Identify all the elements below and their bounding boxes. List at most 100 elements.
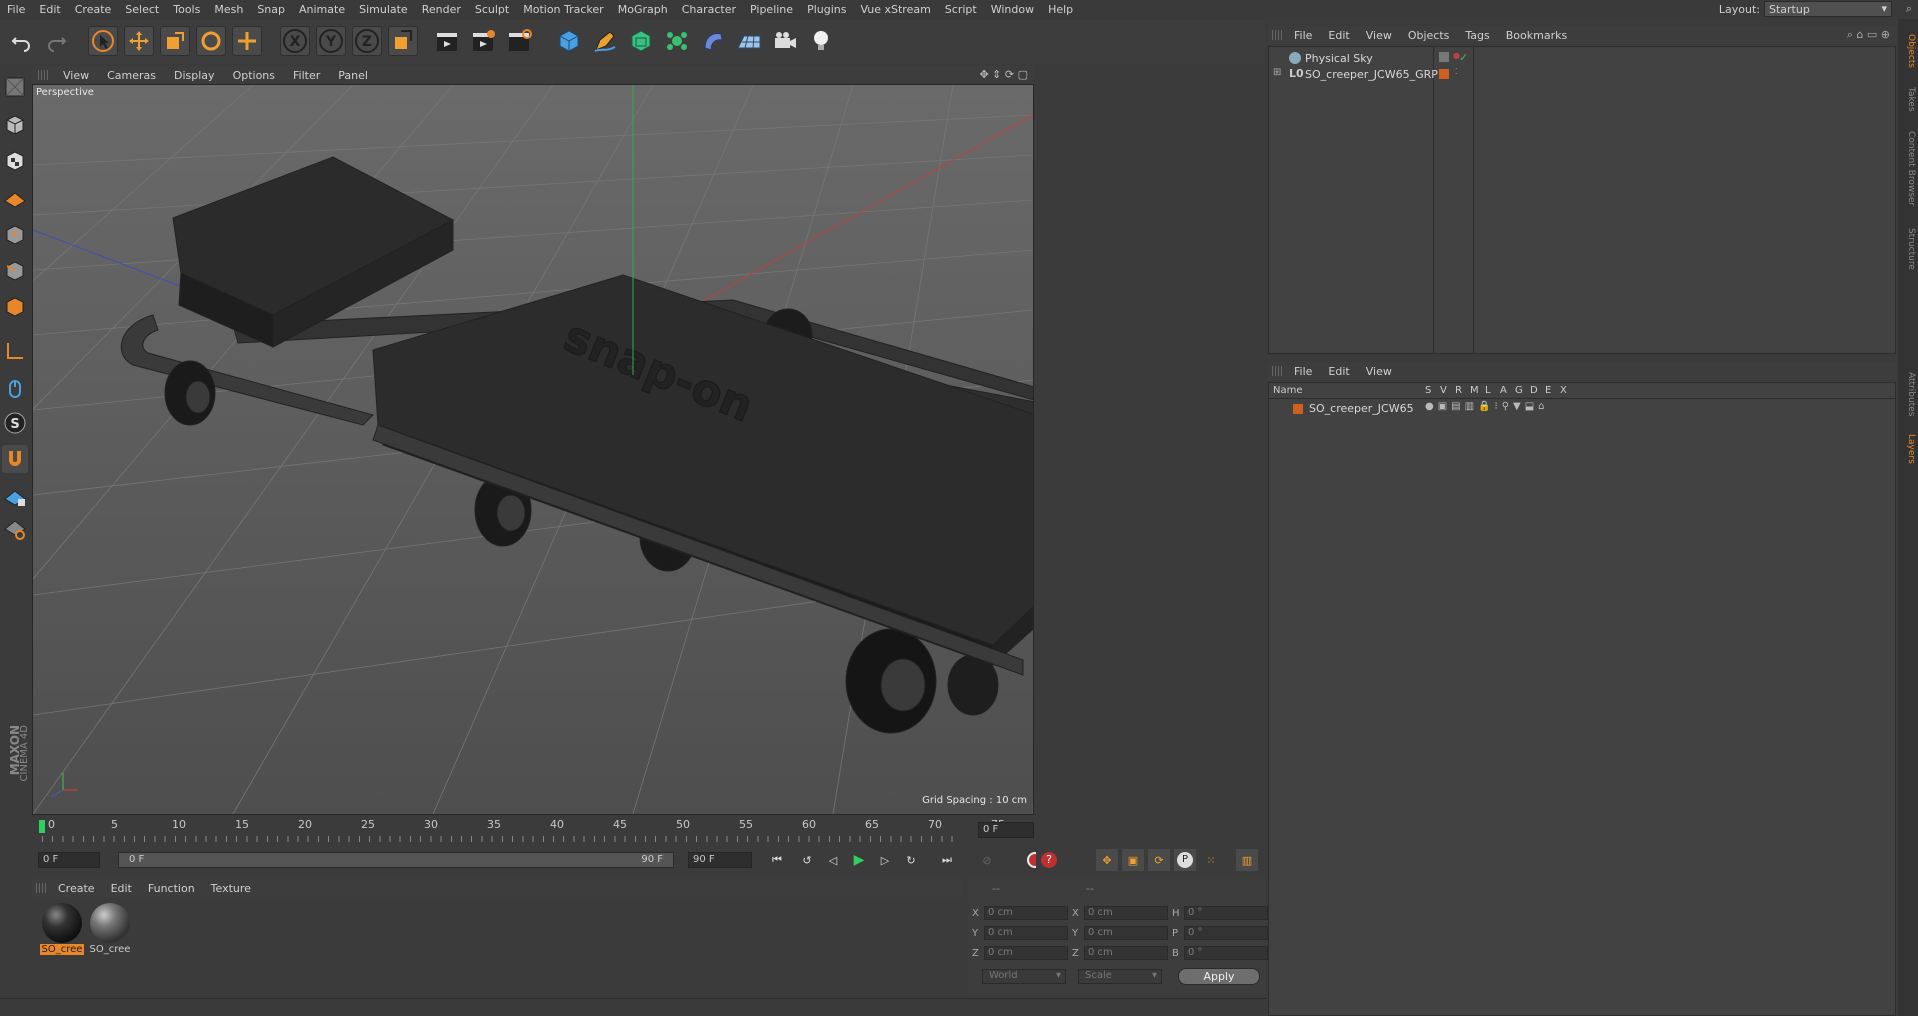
- model-mode-button[interactable]: [2, 111, 28, 139]
- menu-tools[interactable]: Tools: [166, 3, 207, 16]
- snap-button[interactable]: S: [2, 409, 28, 437]
- render-settings-button[interactable]: [504, 26, 534, 56]
- key-pla-button[interactable]: ⁙: [1200, 849, 1222, 871]
- tab-takes[interactable]: Takes: [1900, 81, 1916, 117]
- polygons-mode-button[interactable]: [2, 293, 28, 321]
- rotation-p-field[interactable]: 0 °: [1184, 926, 1268, 940]
- size-z-field[interactable]: 0 cm: [1084, 946, 1168, 960]
- workplane-snap-button[interactable]: [2, 515, 28, 543]
- viewport-menu-cameras[interactable]: Cameras: [98, 69, 165, 82]
- viewport-nav-icons[interactable]: ✥ ⇕ ⟳ ▢: [979, 68, 1028, 81]
- key-help-icon-button[interactable]: ?: [1038, 849, 1060, 871]
- object-menu-view[interactable]: View: [1358, 29, 1400, 42]
- viewport-menu-panel[interactable]: Panel: [329, 69, 377, 82]
- visibility-dots-icon[interactable]: ⁚: [1455, 67, 1458, 76]
- cloner-button[interactable]: [662, 26, 692, 56]
- timeline-window-button[interactable]: ▥: [1236, 849, 1258, 871]
- start-frame-field[interactable]: 0 F: [38, 852, 100, 868]
- material-menu-create[interactable]: Create: [50, 882, 103, 895]
- tab-objects[interactable]: Objects: [1900, 27, 1916, 75]
- live-selection-button[interactable]: [232, 26, 262, 56]
- x-axis-lock-button[interactable]: X: [280, 26, 310, 56]
- menu-plugins[interactable]: Plugins: [800, 3, 853, 16]
- layer-menu-view[interactable]: View: [1358, 365, 1400, 378]
- viewport-menu-filter[interactable]: Filter: [284, 69, 329, 82]
- next-key-button[interactable]: ↻: [900, 849, 922, 871]
- menu-window[interactable]: Window: [984, 3, 1041, 16]
- 3d-viewport[interactable]: snap-on Perspective Grid Spacing : 10 cm: [32, 84, 1034, 815]
- menu-script[interactable]: Script: [938, 3, 984, 16]
- menu-file[interactable]: File: [0, 3, 32, 16]
- render-picture-viewer-button[interactable]: [468, 26, 498, 56]
- record-active-button[interactable]: ⊘: [976, 849, 998, 871]
- menu-edit[interactable]: Edit: [32, 3, 67, 16]
- timeline-ruler[interactable]: 0 5 10 15 20 25 30 35 40 45 50 55 60 65 …: [32, 816, 1034, 842]
- menu-character[interactable]: Character: [675, 3, 743, 16]
- menu-select[interactable]: Select: [118, 3, 166, 16]
- subdivision-button[interactable]: [626, 26, 656, 56]
- tab-layers[interactable]: Layers: [1900, 429, 1916, 469]
- menu-pipeline[interactable]: Pipeline: [743, 3, 800, 16]
- menu-render[interactable]: Render: [415, 3, 468, 16]
- key-parameter-button[interactable]: P: [1174, 849, 1196, 871]
- y-axis-lock-button[interactable]: Y: [316, 26, 346, 56]
- play-button[interactable]: ▶: [848, 849, 870, 871]
- menu-vue-xstream[interactable]: Vue xStream: [853, 3, 937, 16]
- current-frame-field[interactable]: 0 F: [978, 822, 1034, 838]
- viewport-menu-view[interactable]: View: [54, 69, 98, 82]
- position-z-field[interactable]: 0 cm: [984, 946, 1068, 960]
- points-mode-button[interactable]: [2, 221, 28, 249]
- layer-menu-file[interactable]: File: [1286, 365, 1320, 378]
- checkmark-icon[interactable]: ✓: [1459, 51, 1468, 64]
- size-x-field[interactable]: 0 cm: [1084, 906, 1168, 920]
- object-menu-objects[interactable]: Objects: [1400, 29, 1458, 42]
- search-icon[interactable]: ⌕: [1906, 2, 1912, 16]
- preview-range-slider[interactable]: 0 F 90 F: [118, 852, 674, 868]
- select-tool-button[interactable]: [88, 26, 118, 56]
- lock-workplane-button[interactable]: [2, 483, 28, 511]
- object-menu-bookmarks[interactable]: Bookmarks: [1498, 29, 1575, 42]
- go-to-start-button[interactable]: ⏮: [766, 849, 788, 871]
- object-menu-file[interactable]: File: [1286, 29, 1320, 42]
- rotate-tool-button[interactable]: [196, 26, 226, 56]
- rotation-b-field[interactable]: 0 °: [1184, 946, 1268, 960]
- rotation-h-field[interactable]: 0 °: [1184, 906, 1268, 920]
- tweak-mode-button[interactable]: [2, 375, 28, 403]
- pen-spline-button[interactable]: [590, 26, 620, 56]
- scale-mode-dropdown[interactable]: Scale ▾: [1078, 969, 1162, 984]
- redo-button[interactable]: [42, 26, 72, 56]
- list-item[interactable]: SO_creeper_JCW65 ●▣▤▥🔒⁝⚲▼⬓⌂: [1269, 401, 1895, 417]
- render-view-button[interactable]: [432, 26, 462, 56]
- object-menu-edit[interactable]: Edit: [1320, 29, 1357, 42]
- viewport-menu-display[interactable]: Display: [165, 69, 224, 82]
- menu-simulate[interactable]: Simulate: [352, 3, 415, 16]
- light-button[interactable]: [806, 26, 836, 56]
- tab-content-browser[interactable]: Content Browser: [1900, 123, 1916, 215]
- list-item[interactable]: Physical Sky ● ✓: [1269, 51, 1895, 67]
- coordinate-space-dropdown[interactable]: World ▾: [982, 969, 1066, 984]
- scale-tool-button[interactable]: [160, 26, 190, 56]
- menu-motion-tracker[interactable]: Motion Tracker: [516, 3, 610, 16]
- step-forward-button[interactable]: ▷: [874, 849, 896, 871]
- apply-button[interactable]: Apply: [1178, 968, 1260, 985]
- edges-mode-button[interactable]: [2, 257, 28, 285]
- key-scale-button[interactable]: ▣: [1122, 849, 1144, 871]
- position-y-field[interactable]: 0 cm: [984, 926, 1068, 940]
- visibility-toggle[interactable]: [1439, 52, 1449, 62]
- layer-flag-icons[interactable]: ●▣▤▥🔒⁝⚲▼⬓⌂: [1425, 401, 1549, 412]
- end-frame-field[interactable]: 90 F: [688, 852, 752, 868]
- menu-help[interactable]: Help: [1041, 3, 1080, 16]
- list-item[interactable]: ⊞ L0 SO_creeper_JCW65_GRP ⁚: [1269, 67, 1895, 83]
- material-swatch[interactable]: SO_cree: [40, 902, 84, 960]
- cube-object-button[interactable]: [554, 26, 584, 56]
- coordinate-system-button[interactable]: [388, 26, 418, 56]
- material-menu-function[interactable]: Function: [140, 882, 203, 895]
- expand-icon[interactable]: ⊞: [1273, 67, 1281, 78]
- camera-button[interactable]: [770, 26, 800, 56]
- workplane-mode-button[interactable]: [2, 183, 28, 211]
- tab-attributes[interactable]: Attributes: [1900, 364, 1916, 424]
- layout-dropdown[interactable]: Startup ▾: [1764, 1, 1892, 17]
- make-editable-button[interactable]: [2, 73, 28, 101]
- object-menu-tags[interactable]: Tags: [1457, 29, 1497, 42]
- axis-mode-button[interactable]: [2, 337, 28, 365]
